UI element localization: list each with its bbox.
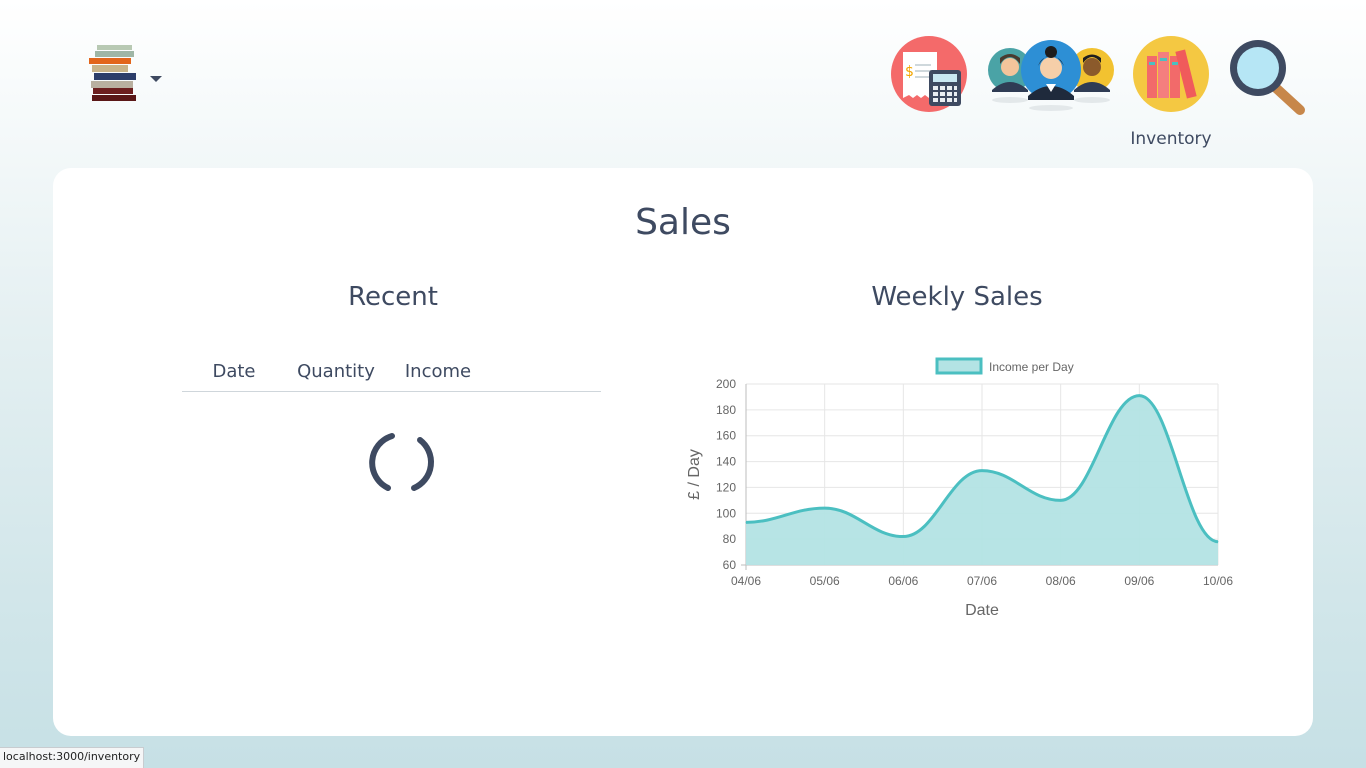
magnifier-search-icon [1230,40,1305,115]
page-title: Sales [635,202,731,243]
x-tick-label: 04/06 [731,574,761,588]
staff-people-icon [988,40,1114,111]
x-tick-label: 09/06 [1124,574,1154,588]
y-tick-label: 60 [723,558,737,572]
logo-menu[interactable] [84,42,166,106]
nav-inventory-button[interactable] [1131,34,1211,114]
y-tick-label: 180 [716,403,736,417]
y-tick-label: 80 [723,532,737,546]
recent-title: Recent [348,282,438,312]
x-tick-label: 08/06 [1046,574,1076,588]
data-point [981,470,983,472]
data-point [1217,541,1219,543]
y-tick-label: 120 [716,480,736,494]
sales-card: Sales Recent Weekly Sales Date Quantity … [53,168,1313,736]
weekly-sales-chart: 60 80 100 120 140 160 180 200 04/06 05/06 06/06 07/… [686,357,1233,619]
loading-spinner-icon [369,433,434,491]
x-tick-label: 07/06 [967,574,997,588]
nav-search-button[interactable] [1224,34,1308,118]
recent-table-header: Date Quantity Income [182,358,601,392]
x-tick-label: 06/06 [888,574,918,588]
books-stack-icon [89,45,136,101]
data-point [745,521,747,523]
legend-swatch [935,357,983,375]
nav-hover-label: Inventory [1130,129,1212,149]
caret-down-icon [150,76,162,82]
column-header-income[interactable]: Income [386,361,490,382]
y-tick-label: 200 [716,377,736,391]
x-tick-label: 05/06 [810,574,840,588]
data-point [1138,395,1140,397]
nav-staff-button[interactable] [986,34,1116,114]
column-header-quantity[interactable]: Quantity [286,361,386,382]
weekly-sales-title: Weekly Sales [871,282,1043,312]
receipt-calculator-icon: $ [891,36,967,112]
data-point [902,536,904,538]
y-tick-label: 100 [716,506,736,520]
x-tick-label: 10/06 [1203,574,1233,588]
y-tick-label: 160 [716,429,736,443]
x-axis-title: Date [965,602,999,619]
column-header-date[interactable]: Date [182,361,286,382]
data-point [824,507,826,509]
y-axis-title: £ / Day [686,449,703,500]
status-bar-url: localhost:3000/inventory [0,747,145,768]
y-tick-label: 140 [716,455,736,469]
nav-sales-button[interactable]: $ [889,34,969,114]
svg-text:$: $ [905,64,914,80]
books-inventory-icon [1133,36,1209,112]
legend-label: Income per Day [989,360,1074,374]
data-point [1060,499,1062,501]
